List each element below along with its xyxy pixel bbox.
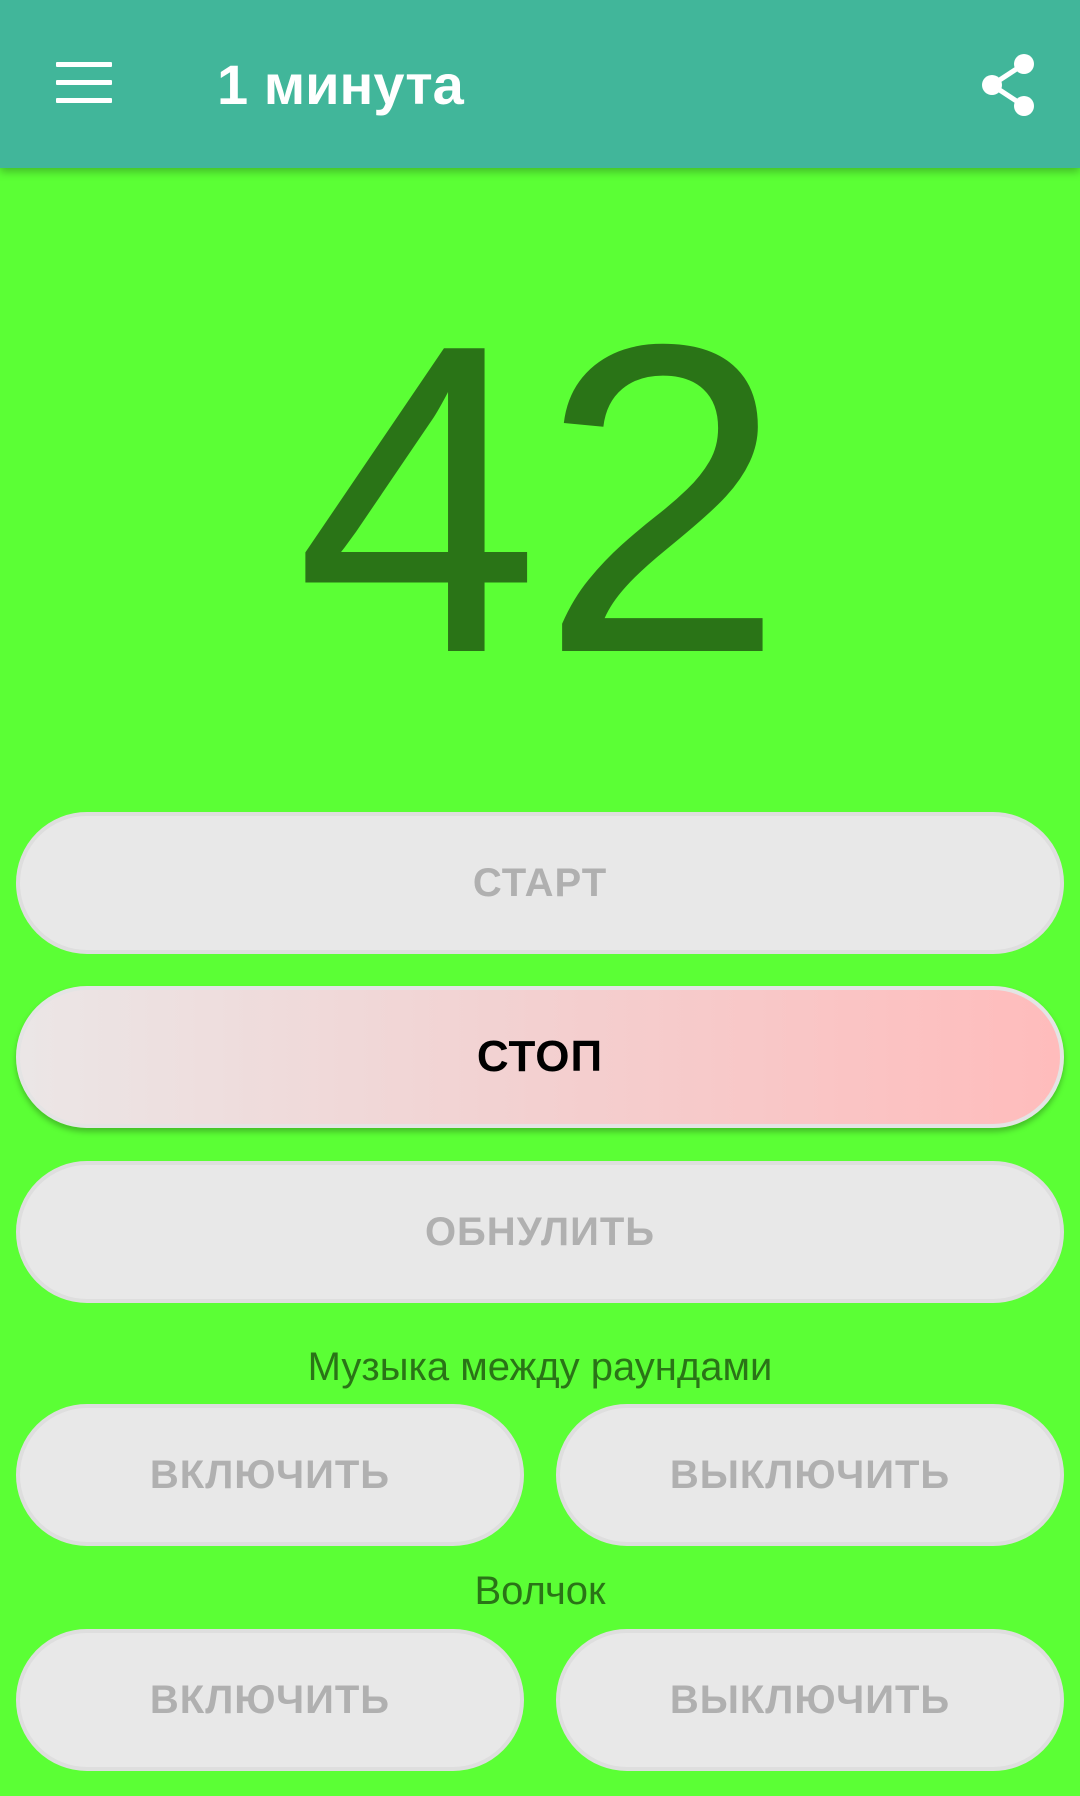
spinner-heading: Волчок — [474, 1569, 606, 1613]
reset-button[interactable]: ОБНУЛИТЬ — [16, 1161, 1064, 1303]
music-off-button[interactable]: ВЫКЛЮЧИТЬ — [556, 1404, 1064, 1546]
stop-button[interactable]: СТОП — [16, 986, 1064, 1128]
app-bar: 1 минута — [0, 0, 1080, 168]
music-on-button[interactable]: ВКЛЮЧИТЬ — [16, 1404, 524, 1546]
app-title: 1 минута — [217, 53, 464, 116]
share-icon[interactable] — [978, 52, 1038, 118]
menu-icon[interactable] — [56, 62, 112, 104]
start-button[interactable]: СТАРТ — [16, 812, 1064, 954]
spinner-on-button[interactable]: ВКЛЮЧИТЬ — [16, 1629, 524, 1771]
spinner-off-button[interactable]: ВЫКЛЮЧИТЬ — [556, 1629, 1064, 1771]
round-counter: 42 — [295, 254, 785, 745]
music-heading: Музыка между раундами — [307, 1345, 773, 1389]
